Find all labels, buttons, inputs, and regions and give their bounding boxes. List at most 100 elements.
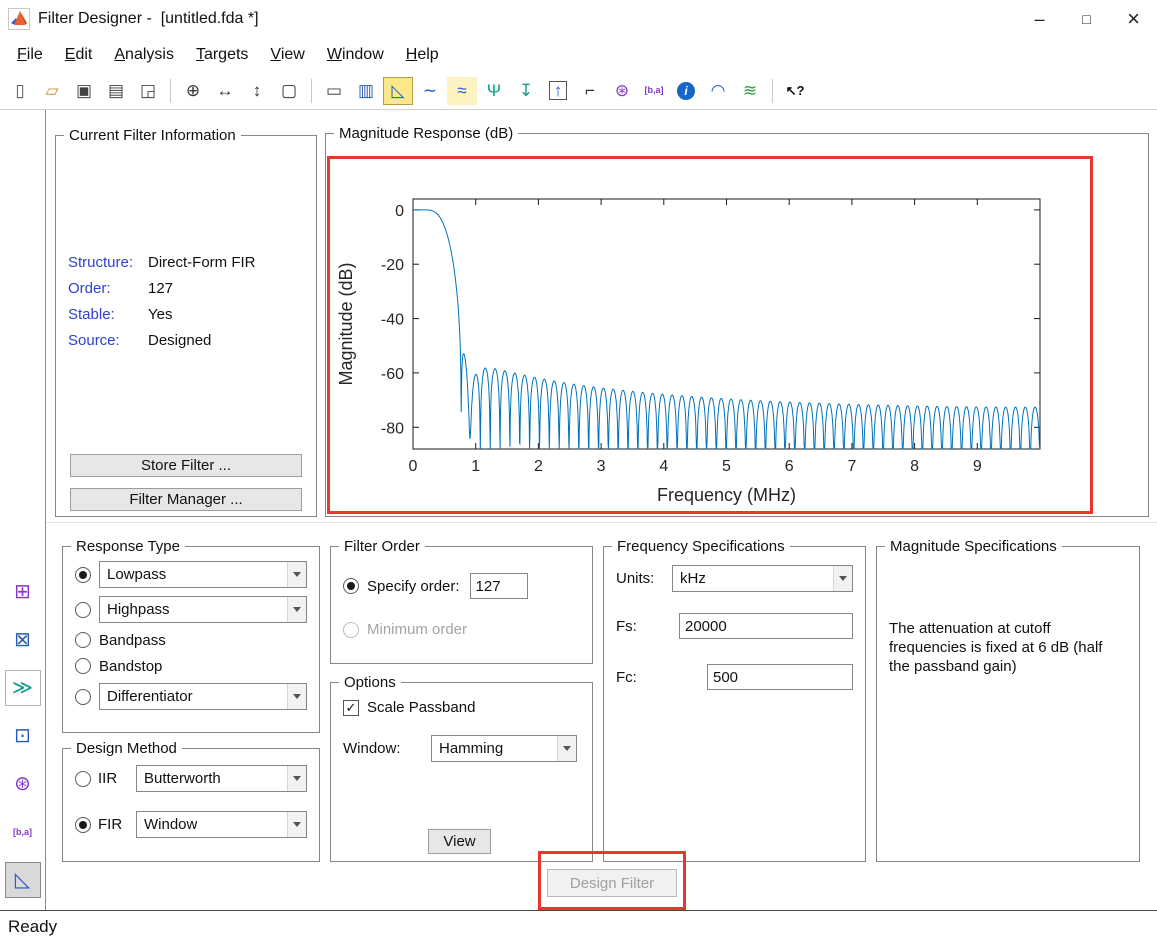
menu-window[interactable]: Window	[316, 42, 395, 68]
new-session-icon[interactable]: ▯	[5, 77, 35, 105]
differentiator-combo[interactable]: Differentiator	[99, 683, 307, 710]
phase-response-icon[interactable]: ∼	[415, 77, 445, 105]
units-label: Units:	[616, 570, 655, 587]
filter-info-label: Structure:	[68, 254, 134, 271]
realize-model-icon[interactable]: ⊡	[5, 718, 41, 754]
x-tick-label: 6	[785, 458, 794, 475]
whats-this-help-icon[interactable]: ↖?	[780, 77, 810, 105]
units-combo[interactable]: kHz	[672, 565, 853, 592]
radio-highpass[interactable]	[75, 601, 91, 618]
y-tick-label: -60	[381, 366, 404, 383]
noise-power-spectrum-icon[interactable]: ≋	[735, 77, 765, 105]
filter-information-icon[interactable]: i	[671, 77, 701, 105]
phase-delay-icon[interactable]: ↧	[511, 77, 541, 105]
set-quantization-parameters-icon[interactable]: ⊞	[5, 574, 41, 610]
radio-fir[interactable]	[75, 816, 91, 833]
close-button[interactable]: ×	[1110, 0, 1157, 38]
menu-bar: File Edit Analysis Targets View Window Help	[0, 38, 1157, 72]
x-axis-label: Frequency (MHz)	[657, 485, 796, 505]
y-tick-label: 0	[395, 203, 404, 220]
view-button[interactable]: View	[428, 829, 491, 854]
radio-differentiator[interactable]	[75, 688, 91, 705]
response-type-option: Bandstop	[75, 657, 307, 675]
filter-specifications-icon[interactable]: ▭	[319, 77, 349, 105]
filter-manager-button[interactable]: Filter Manager ...	[70, 488, 302, 511]
menu-view[interactable]: View	[259, 42, 315, 68]
step-response-icon[interactable]: ⌐	[575, 77, 605, 105]
filter-order-panel: Filter Order Specify order: Minimum orde…	[330, 538, 593, 664]
design-method-title: Design Method	[71, 740, 182, 757]
impulse-response-icon[interactable]: ↑	[543, 77, 573, 105]
y-axis-label: Magnitude (dB)	[336, 262, 356, 385]
transform-filter-icon[interactable]: ⊠	[5, 622, 41, 658]
specify-order-input[interactable]	[469, 573, 528, 599]
radio-minimum-order[interactable]	[343, 621, 359, 638]
zoom-x-icon[interactable]: ↔	[210, 77, 240, 105]
differentiator-value: Differentiator	[107, 688, 193, 705]
x-tick-label: 1	[471, 458, 480, 475]
store-filter-button[interactable]: Store Filter ...	[70, 454, 302, 477]
lowpass-value: Lowpass	[107, 566, 167, 583]
filter-info-label: Order:	[68, 280, 111, 297]
menu-targets[interactable]: Targets	[185, 42, 259, 68]
radio-bandpass[interactable]	[75, 632, 91, 648]
import-filter-icon[interactable]: [b,a]	[5, 814, 41, 850]
filter-coefficients-icon[interactable]: [b,a]	[639, 77, 669, 105]
x-tick-label: 5	[722, 458, 731, 475]
full-view-icon[interactable]: ▢	[274, 77, 304, 105]
menu-analysis[interactable]: Analysis	[103, 42, 185, 68]
maximize-button[interactable]: □	[1063, 0, 1110, 38]
filter-info-rows: Structure: Direct-Form FIR Order: 127 Stable…	[68, 254, 308, 358]
print-preview-icon[interactable]: ◲	[133, 77, 163, 105]
design-filter-button[interactable]: Design Filter	[547, 869, 677, 897]
specification-mask-icon[interactable]: ▥	[351, 77, 381, 105]
open-session-icon[interactable]: ▱	[37, 77, 67, 105]
toolbar-separator	[772, 78, 773, 103]
magnitude-phase-response-icon[interactable]: ≈	[447, 76, 477, 105]
radio-specify-order[interactable]	[343, 578, 359, 594]
magnitude-response-estimate-icon[interactable]: ◠	[703, 77, 733, 105]
chevron-down-icon	[287, 562, 306, 587]
current-filter-info-title: Current Filter Information	[64, 127, 241, 144]
frequency-specs-title: Frequency Specifications	[612, 538, 790, 555]
status-bar: Ready	[0, 910, 1157, 943]
fc-input[interactable]	[707, 664, 853, 690]
lowpass-combo[interactable]: Lowpass	[99, 561, 307, 588]
scale-passband-checkbox[interactable]	[343, 699, 359, 716]
y-tick-label: -80	[381, 420, 404, 437]
chevron-down-icon	[557, 736, 576, 761]
zoom-in-icon[interactable]: ⊕	[178, 77, 208, 105]
group-delay-icon[interactable]: Ψ	[479, 77, 509, 105]
response-type-option: Highpass	[75, 596, 307, 623]
specify-order-label: Specify order:	[367, 577, 460, 595]
options-panel: Options Scale Passband Window: Hamming V…	[330, 674, 593, 862]
menu-file[interactable]: File	[6, 42, 54, 68]
minimize-button[interactable]: –	[1016, 0, 1063, 38]
zoom-y-icon[interactable]: ↕	[242, 77, 272, 105]
pole-zero-editor-icon[interactable]: ⊛	[5, 766, 41, 802]
highpass-combo[interactable]: Highpass	[99, 596, 307, 623]
design-method-panel: Design Method IIR Butterworth FIR Window	[62, 740, 320, 862]
filter-info-label: Stable:	[68, 306, 115, 323]
design-filter-icon[interactable]: ◺	[4, 862, 41, 898]
menu-edit[interactable]: Edit	[54, 42, 104, 68]
plot-frame	[412, 198, 1041, 450]
magnitude-response-icon[interactable]: ◺	[383, 76, 413, 105]
toolbar-separator	[170, 78, 171, 103]
window-title: Filter Designer - [untitled.fda *]	[38, 10, 259, 27]
menu-help[interactable]: Help	[395, 42, 450, 68]
main-content: ⊞ ⊠ ≫ ⊡ ⊛ [b,a] ◺ Current Filter Information S…	[0, 110, 1157, 910]
current-filter-info-panel: Current Filter Information Structure: Dir…	[55, 127, 317, 517]
window-combo[interactable]: Hamming	[431, 735, 577, 762]
fs-input[interactable]	[679, 613, 853, 639]
radio-lowpass[interactable]	[75, 566, 91, 583]
iir-method-combo[interactable]: Butterworth	[136, 765, 307, 792]
fir-method-combo[interactable]: Window	[136, 811, 307, 838]
save-session-icon[interactable]: ▣	[69, 77, 99, 105]
status-text: Ready	[8, 917, 58, 936]
multirate-filter-icon[interactable]: ≫	[4, 670, 41, 706]
radio-bandstop[interactable]	[75, 658, 91, 674]
print-icon[interactable]: ▤	[101, 77, 131, 105]
radio-iir[interactable]	[75, 770, 91, 787]
pole-zero-plot-icon[interactable]: ⊛	[607, 77, 637, 105]
